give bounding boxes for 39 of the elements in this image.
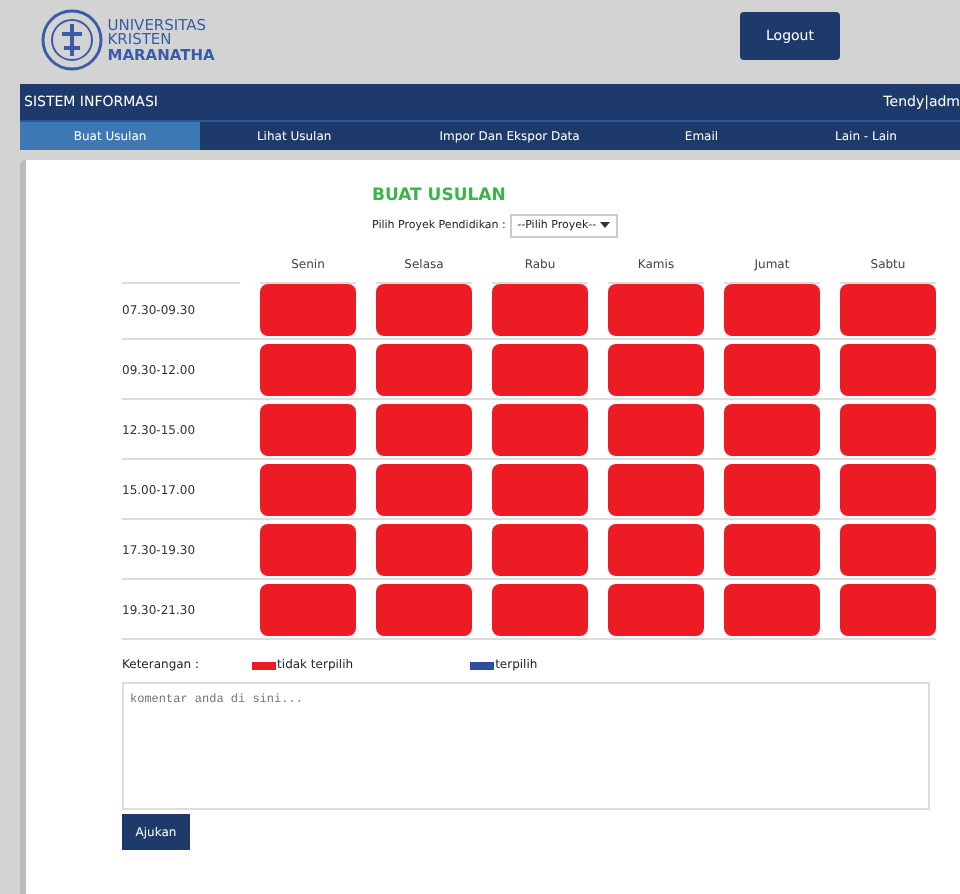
schedule-slot[interactable] — [840, 464, 936, 517]
schedule-slot[interactable] — [724, 344, 820, 397]
schedule-slot[interactable] — [492, 524, 588, 577]
schedule-slot[interactable] — [376, 524, 472, 577]
schedule-slot[interactable] — [260, 404, 356, 457]
schedule-slot[interactable] — [840, 344, 936, 397]
schedule-slot[interactable] — [492, 584, 588, 637]
schedule-slot[interactable] — [724, 524, 820, 577]
schedule-slot[interactable] — [724, 404, 820, 457]
schedule-slot[interactable] — [608, 464, 704, 517]
schedule-slot[interactable] — [492, 344, 588, 397]
schedule-slot[interactable] — [608, 344, 704, 397]
schedule-slot[interactable] — [260, 524, 356, 577]
schedule-slot[interactable] — [260, 464, 356, 517]
schedule-slot[interactable] — [840, 404, 936, 457]
schedule-slot[interactable] — [260, 584, 356, 637]
page-title: BUAT USULAN — [372, 184, 506, 210]
schedule-slot[interactable] — [724, 464, 820, 517]
schedule-slot[interactable] — [840, 524, 936, 577]
schedule-slot[interactable] — [840, 284, 936, 337]
caret-icon — [599, 222, 610, 229]
schedule-slot[interactable] — [376, 584, 472, 637]
university-emblem-icon — [40, 8, 104, 72]
schedule-slot[interactable] — [608, 284, 704, 337]
schedule-slot[interactable] — [376, 464, 472, 517]
schedule-slot[interactable] — [724, 584, 820, 637]
schedule-slot[interactable] — [376, 284, 472, 337]
schedule-slot[interactable] — [608, 524, 704, 577]
schedule-slot[interactable] — [260, 284, 356, 337]
schedule-slot[interactable] — [492, 404, 588, 457]
schedule-slot[interactable] — [608, 404, 704, 457]
schedule-slot[interactable] — [260, 344, 356, 397]
schedule-slot[interactable] — [840, 584, 936, 637]
schedule-slot[interactable] — [724, 284, 820, 337]
schedule-slot[interactable] — [492, 284, 588, 337]
schedule-slot[interactable] — [376, 404, 472, 457]
schedule-slot[interactable] — [608, 584, 704, 637]
schedule-slot[interactable] — [376, 344, 472, 397]
schedule-slot[interactable] — [492, 464, 588, 517]
